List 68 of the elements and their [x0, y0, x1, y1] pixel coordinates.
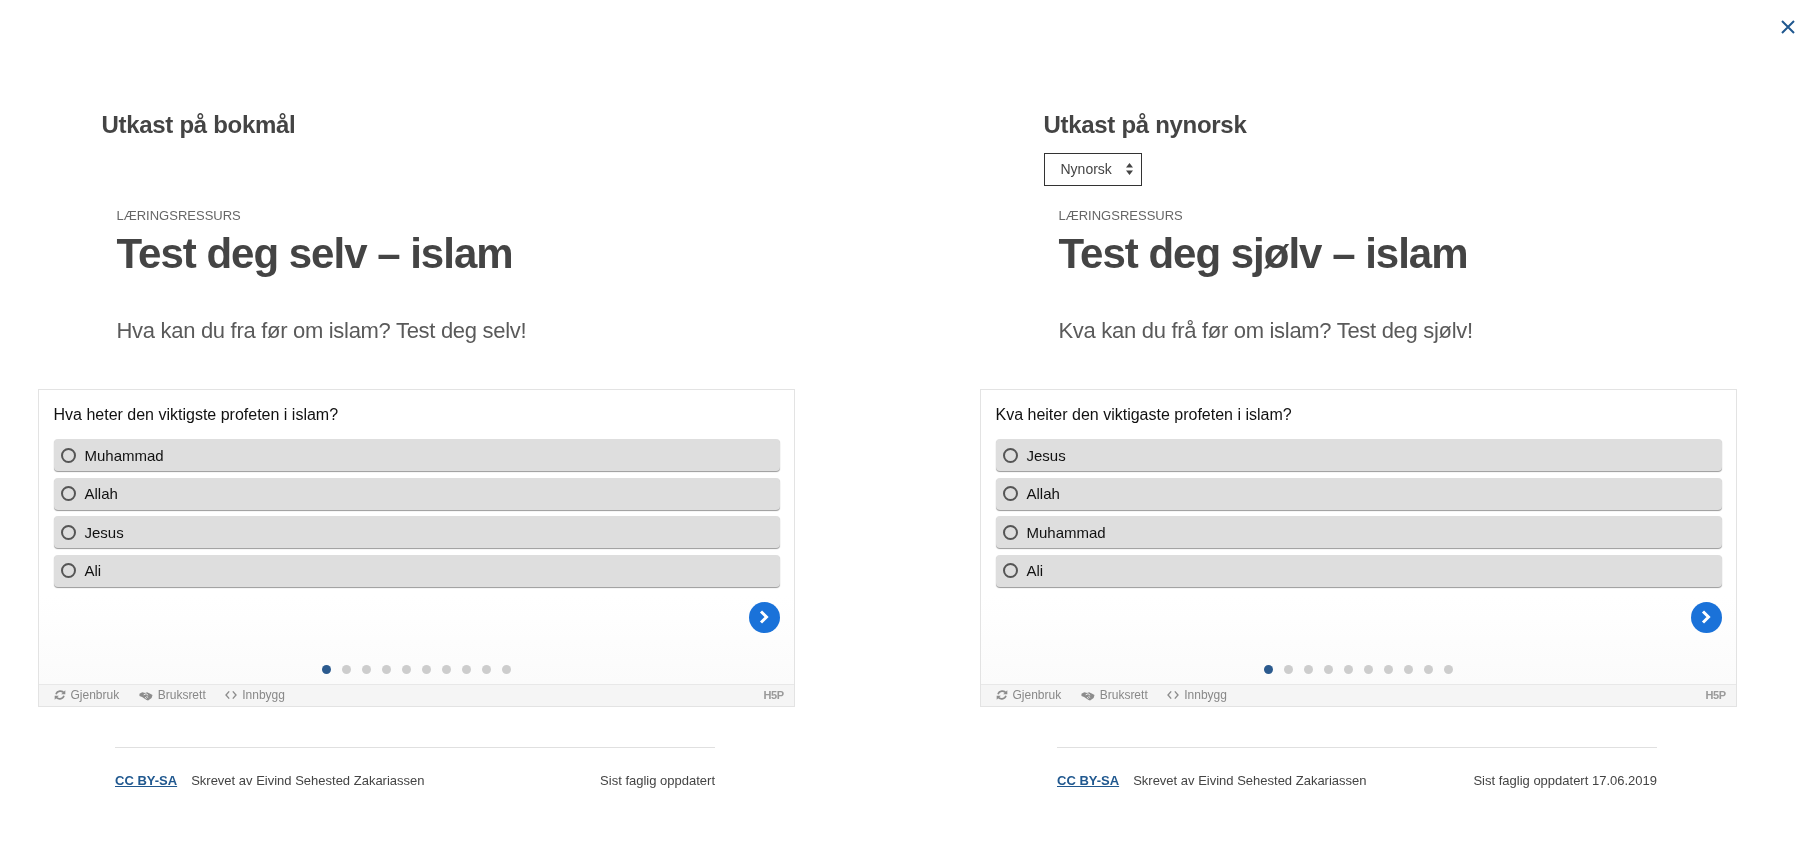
updated-text: Sist faglig oppdatert 17.06.2019 [1473, 772, 1657, 790]
page-dot[interactable] [1264, 664, 1273, 674]
code-icon [225, 690, 238, 700]
article-lead: Hva kan du fra før om islam? Test deg selv! [116, 316, 527, 345]
article-title: Test deg sjølv – islam [1058, 228, 1468, 279]
author-text: Skrevet av Eivind Sehested Zakariassen [1133, 772, 1367, 790]
page-dot[interactable] [362, 664, 371, 674]
radio-button[interactable] [1003, 563, 1018, 578]
radio-button[interactable] [1003, 524, 1018, 540]
refresh-icon [53, 689, 66, 701]
logo-text: H5P [1705, 689, 1726, 701]
page-dot[interactable] [462, 664, 471, 674]
quiz-question: Hva heter den viktigste profeten i islam? [53, 404, 340, 425]
draft-heading: Utkast på nynorsk [1043, 110, 1247, 140]
radio-button[interactable] [61, 563, 76, 578]
next-button[interactable] [748, 601, 780, 633]
language-select[interactable]: Nynorsk [1043, 152, 1142, 186]
page-dot[interactable] [1364, 664, 1373, 674]
page-dot[interactable] [382, 664, 391, 674]
radio-button[interactable] [1003, 486, 1018, 501]
page-dot[interactable] [322, 664, 331, 674]
license-link[interactable]: CC BY-SA [1057, 772, 1120, 790]
page-dot[interactable] [422, 664, 431, 674]
answer-option[interactable]: Muhammad [995, 516, 1722, 548]
author-text: Skrevet av Eivind Sehested Zakariassen [191, 772, 425, 790]
answer-option[interactable]: Ali [53, 554, 780, 587]
answer-option[interactable]: Jesus [53, 516, 780, 548]
page-dot[interactable] [1444, 664, 1453, 674]
chevron-right-icon [1701, 610, 1711, 624]
content-type-label: LÆRINGSRESSURS [1058, 206, 1183, 225]
license-link[interactable]: CC BY-SA [115, 772, 178, 790]
page-dot[interactable] [1304, 664, 1313, 674]
article-lead: Kva kan du frå før om islam? Test deg sjølv! [1058, 316, 1473, 345]
code-icon [1167, 690, 1180, 700]
page-dot[interactable] [442, 664, 451, 674]
radio-button[interactable] [61, 524, 76, 540]
handshake-icon [1080, 689, 1095, 701]
answer-option[interactable]: Allah [995, 477, 1722, 510]
chevron-right-icon [759, 610, 769, 624]
page-dot[interactable] [402, 664, 411, 674]
page-dot[interactable] [502, 664, 511, 674]
handshake-icon [138, 689, 153, 701]
radio-button[interactable] [1003, 447, 1018, 463]
page-dot[interactable] [1344, 664, 1353, 674]
page-dot[interactable] [482, 664, 491, 674]
close-icon [1781, 20, 1795, 34]
refresh-icon [995, 689, 1008, 701]
page-dot[interactable] [1284, 664, 1293, 674]
answer-option[interactable]: Jesus [995, 439, 1722, 471]
content-type-label: LÆRINGSRESSURS [116, 206, 241, 225]
answer-option[interactable]: Ali [995, 554, 1722, 587]
close-button[interactable] [1781, 20, 1795, 34]
page-dot[interactable] [342, 664, 351, 674]
radio-button[interactable] [61, 486, 76, 501]
sort-arrows-icon [1125, 163, 1133, 175]
article-title: Test deg selv – islam [116, 228, 513, 279]
draft-heading: Utkast på bokmål [101, 110, 296, 140]
page-dot[interactable] [1384, 664, 1393, 674]
page-dot[interactable] [1324, 664, 1333, 674]
updated-text: Sist faglig oppdatert [600, 772, 715, 790]
logo-text: H5P [763, 689, 784, 701]
page-dot[interactable] [1424, 664, 1433, 674]
answer-option[interactable]: Muhammad [53, 439, 780, 471]
page-dot[interactable] [1404, 664, 1413, 674]
radio-button[interactable] [61, 447, 76, 463]
quiz-question: Kva heiter den viktigaste profeten i islam? [995, 404, 1293, 425]
answer-option[interactable]: Allah [53, 477, 780, 510]
next-button[interactable] [1690, 601, 1722, 633]
